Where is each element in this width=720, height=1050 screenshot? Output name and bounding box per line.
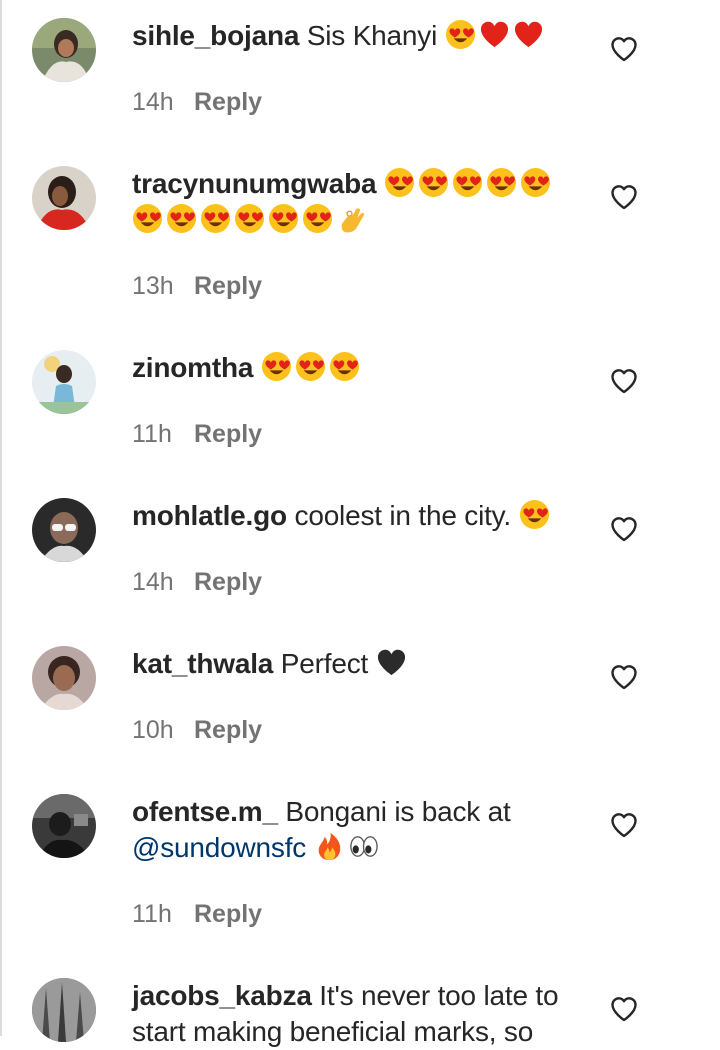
comment-body: zinomtha <box>132 350 572 386</box>
comment-time: 13h <box>132 272 174 300</box>
comment-username[interactable]: tracynunumgwaba <box>132 168 377 199</box>
comment-username[interactable]: zinomtha <box>132 352 253 383</box>
comment-meta: 11h Reply <box>132 420 262 449</box>
avatar[interactable] <box>32 978 96 1042</box>
heart-eyes-icon <box>132 203 163 234</box>
comment-message: Sis Khanyi <box>306 20 438 51</box>
heart-eyes-icon <box>418 167 449 198</box>
reply-button[interactable]: Reply <box>194 568 262 596</box>
heart-eyes-icon <box>234 203 265 234</box>
ok-hand-icon <box>336 203 367 234</box>
avatar[interactable] <box>32 498 96 562</box>
comment-meta: 11h Reply <box>132 900 262 929</box>
comment-text: sihle_bojana Sis Khanyi <box>132 18 572 54</box>
comment-meta: 10h Reply <box>132 716 262 745</box>
comment-time: 11h <box>132 900 172 928</box>
comment-text: kat_thwala Perfect <box>132 646 572 682</box>
heart-eyes-icon <box>268 203 299 234</box>
heart-eyes-icon <box>384 167 415 198</box>
like-heart-icon[interactable] <box>610 368 638 394</box>
avatar[interactable] <box>32 18 96 82</box>
comment-time: 14h <box>132 88 174 116</box>
like-heart-icon[interactable] <box>610 36 638 62</box>
comment-time: 10h <box>132 716 174 744</box>
comment-time: 14h <box>132 568 174 596</box>
reply-button[interactable]: Reply <box>194 272 262 300</box>
avatar[interactable] <box>32 166 96 230</box>
heart-eyes-icon <box>329 351 360 382</box>
red-heart-icon <box>513 19 544 50</box>
comment-username[interactable]: sihle_bojana <box>132 20 299 51</box>
heart-eyes-icon <box>445 19 476 50</box>
like-heart-icon[interactable] <box>610 812 638 838</box>
heart-eyes-icon <box>200 203 231 234</box>
comment-meta: 14h Reply <box>132 568 262 597</box>
heart-eyes-icon <box>295 351 326 382</box>
heart-eyes-icon <box>452 167 483 198</box>
comment-mention[interactable]: @sundownsfc <box>132 832 306 863</box>
comment-body: ofentse.m_ Bongani is back at @sundownsf… <box>132 794 572 866</box>
comment-time: 11h <box>132 420 172 448</box>
comment-meta: 14h Reply <box>132 88 262 117</box>
avatar[interactable] <box>32 350 96 414</box>
like-heart-icon[interactable] <box>610 516 638 542</box>
reply-button[interactable]: Reply <box>194 716 262 744</box>
like-heart-icon[interactable] <box>610 664 638 690</box>
reply-button[interactable]: Reply <box>194 420 262 448</box>
comment-text: ofentse.m_ Bongani is back at @sundownsf… <box>132 794 572 866</box>
comment-body: kat_thwala Perfect <box>132 646 572 682</box>
comment-body: jacobs_kabza It's never too late to star… <box>132 978 572 1050</box>
eyes-icon <box>348 831 379 862</box>
comment-meta: 13h Reply <box>132 272 262 301</box>
like-heart-icon[interactable] <box>610 184 638 210</box>
avatar[interactable] <box>32 794 96 858</box>
comment-text: tracynunumgwaba <box>132 166 572 238</box>
heart-eyes-icon <box>486 167 517 198</box>
reply-button[interactable]: Reply <box>194 900 262 928</box>
comment-text: mohlatle.go coolest in the city. <box>132 498 572 534</box>
comment-message: Bongani is back at <box>285 796 511 827</box>
red-heart-icon <box>479 19 510 50</box>
heart-eyes-icon <box>519 499 550 530</box>
black-heart-icon <box>376 647 407 678</box>
comment-body: mohlatle.go coolest in the city. <box>132 498 572 534</box>
comment-text: zinomtha <box>132 350 572 386</box>
comment-username[interactable]: jacobs_kabza <box>132 980 312 1011</box>
heart-eyes-icon <box>302 203 333 234</box>
comment-body: sihle_bojana Sis Khanyi <box>132 18 572 54</box>
left-border <box>0 0 2 1036</box>
like-heart-icon[interactable] <box>610 996 638 1022</box>
comment-text: jacobs_kabza It's never too late to star… <box>132 978 572 1050</box>
comment-message: Perfect <box>280 648 369 679</box>
comment-username[interactable]: ofentse.m_ <box>132 796 278 827</box>
comment-username[interactable]: kat_thwala <box>132 648 273 679</box>
comment-message: coolest in the city. <box>294 500 512 531</box>
heart-eyes-icon <box>261 351 292 382</box>
comment-username[interactable]: mohlatle.go <box>132 500 287 531</box>
avatar[interactable] <box>32 646 96 710</box>
heart-eyes-icon <box>166 203 197 234</box>
fire-icon <box>314 831 345 862</box>
heart-eyes-icon <box>520 167 551 198</box>
comment-body: tracynunumgwaba <box>132 166 572 238</box>
reply-button[interactable]: Reply <box>194 88 262 116</box>
